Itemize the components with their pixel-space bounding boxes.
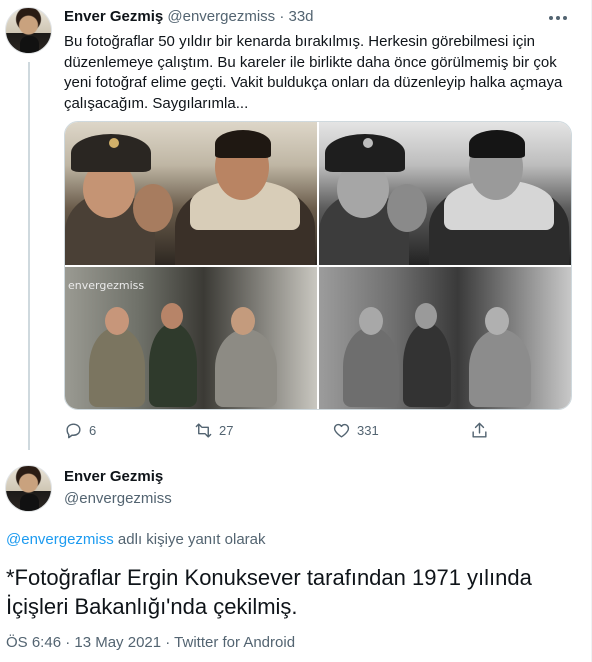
author-handle[interactable]: @envergezmiss <box>167 8 275 25</box>
retweet-count: 27 <box>219 423 234 438</box>
avatar[interactable] <box>5 7 52 54</box>
retweet-button[interactable]: 27 <box>194 421 233 440</box>
tweet-header: Enver Gezmiş @envergezmiss · 33d <box>64 8 314 25</box>
tweet-photo-4[interactable] <box>319 266 571 409</box>
share-icon <box>472 422 487 438</box>
tweet-text: *Fotoğraflar Ergin Konuksever tarafından… <box>6 563 576 621</box>
like-icon <box>333 423 350 438</box>
tweet-text: Bu fotoğraflar 50 yıldır bir kenarda bır… <box>64 33 563 112</box>
reply-count: 6 <box>89 423 97 438</box>
reply-button[interactable]: 6 <box>64 421 96 440</box>
tweet-actions: 6 27 331 <box>64 421 504 443</box>
reply-mention-link[interactable]: @envergezmiss <box>6 531 114 548</box>
author-name[interactable]: Enver Gezmiş <box>64 468 163 485</box>
like-count: 331 <box>357 423 379 438</box>
avatar[interactable] <box>5 465 52 512</box>
retweet-icon <box>195 423 212 438</box>
tweet-text-line-1: *Fotoğraflar Ergin Konuksever tarafından… <box>6 565 532 590</box>
share-button[interactable] <box>470 421 489 440</box>
tweet-photo-2[interactable] <box>319 122 571 265</box>
thread-connector-line <box>28 62 30 450</box>
tweet-time[interactable]: · 33d <box>279 8 313 25</box>
tweet-meta[interactable]: ÖS 6:46 · 13 May 2021 · Twitter for Andr… <box>6 634 295 651</box>
author-name[interactable]: Enver Gezmiş <box>64 8 163 25</box>
tweet-text-line-2: İçişleri Bakanlığı'nda çekilmiş. <box>6 594 298 619</box>
author-handle[interactable]: @envergezmiss <box>64 490 172 507</box>
tweet-photo-3[interactable]: envergezmiss <box>65 266 317 409</box>
tweet-photo-1[interactable] <box>65 122 317 265</box>
more-icon[interactable] <box>545 8 571 28</box>
photo-watermark: envergezmiss <box>68 278 145 292</box>
reply-to-suffix: adlı kişiye yanıt olarak <box>113 531 266 548</box>
replying-to: @envergezmiss adlı kişiye yanıt olarak <box>6 531 266 548</box>
like-button[interactable]: 331 <box>332 421 379 440</box>
tweet-media-grid: envergezmiss <box>64 121 572 410</box>
reply-icon <box>66 423 81 439</box>
